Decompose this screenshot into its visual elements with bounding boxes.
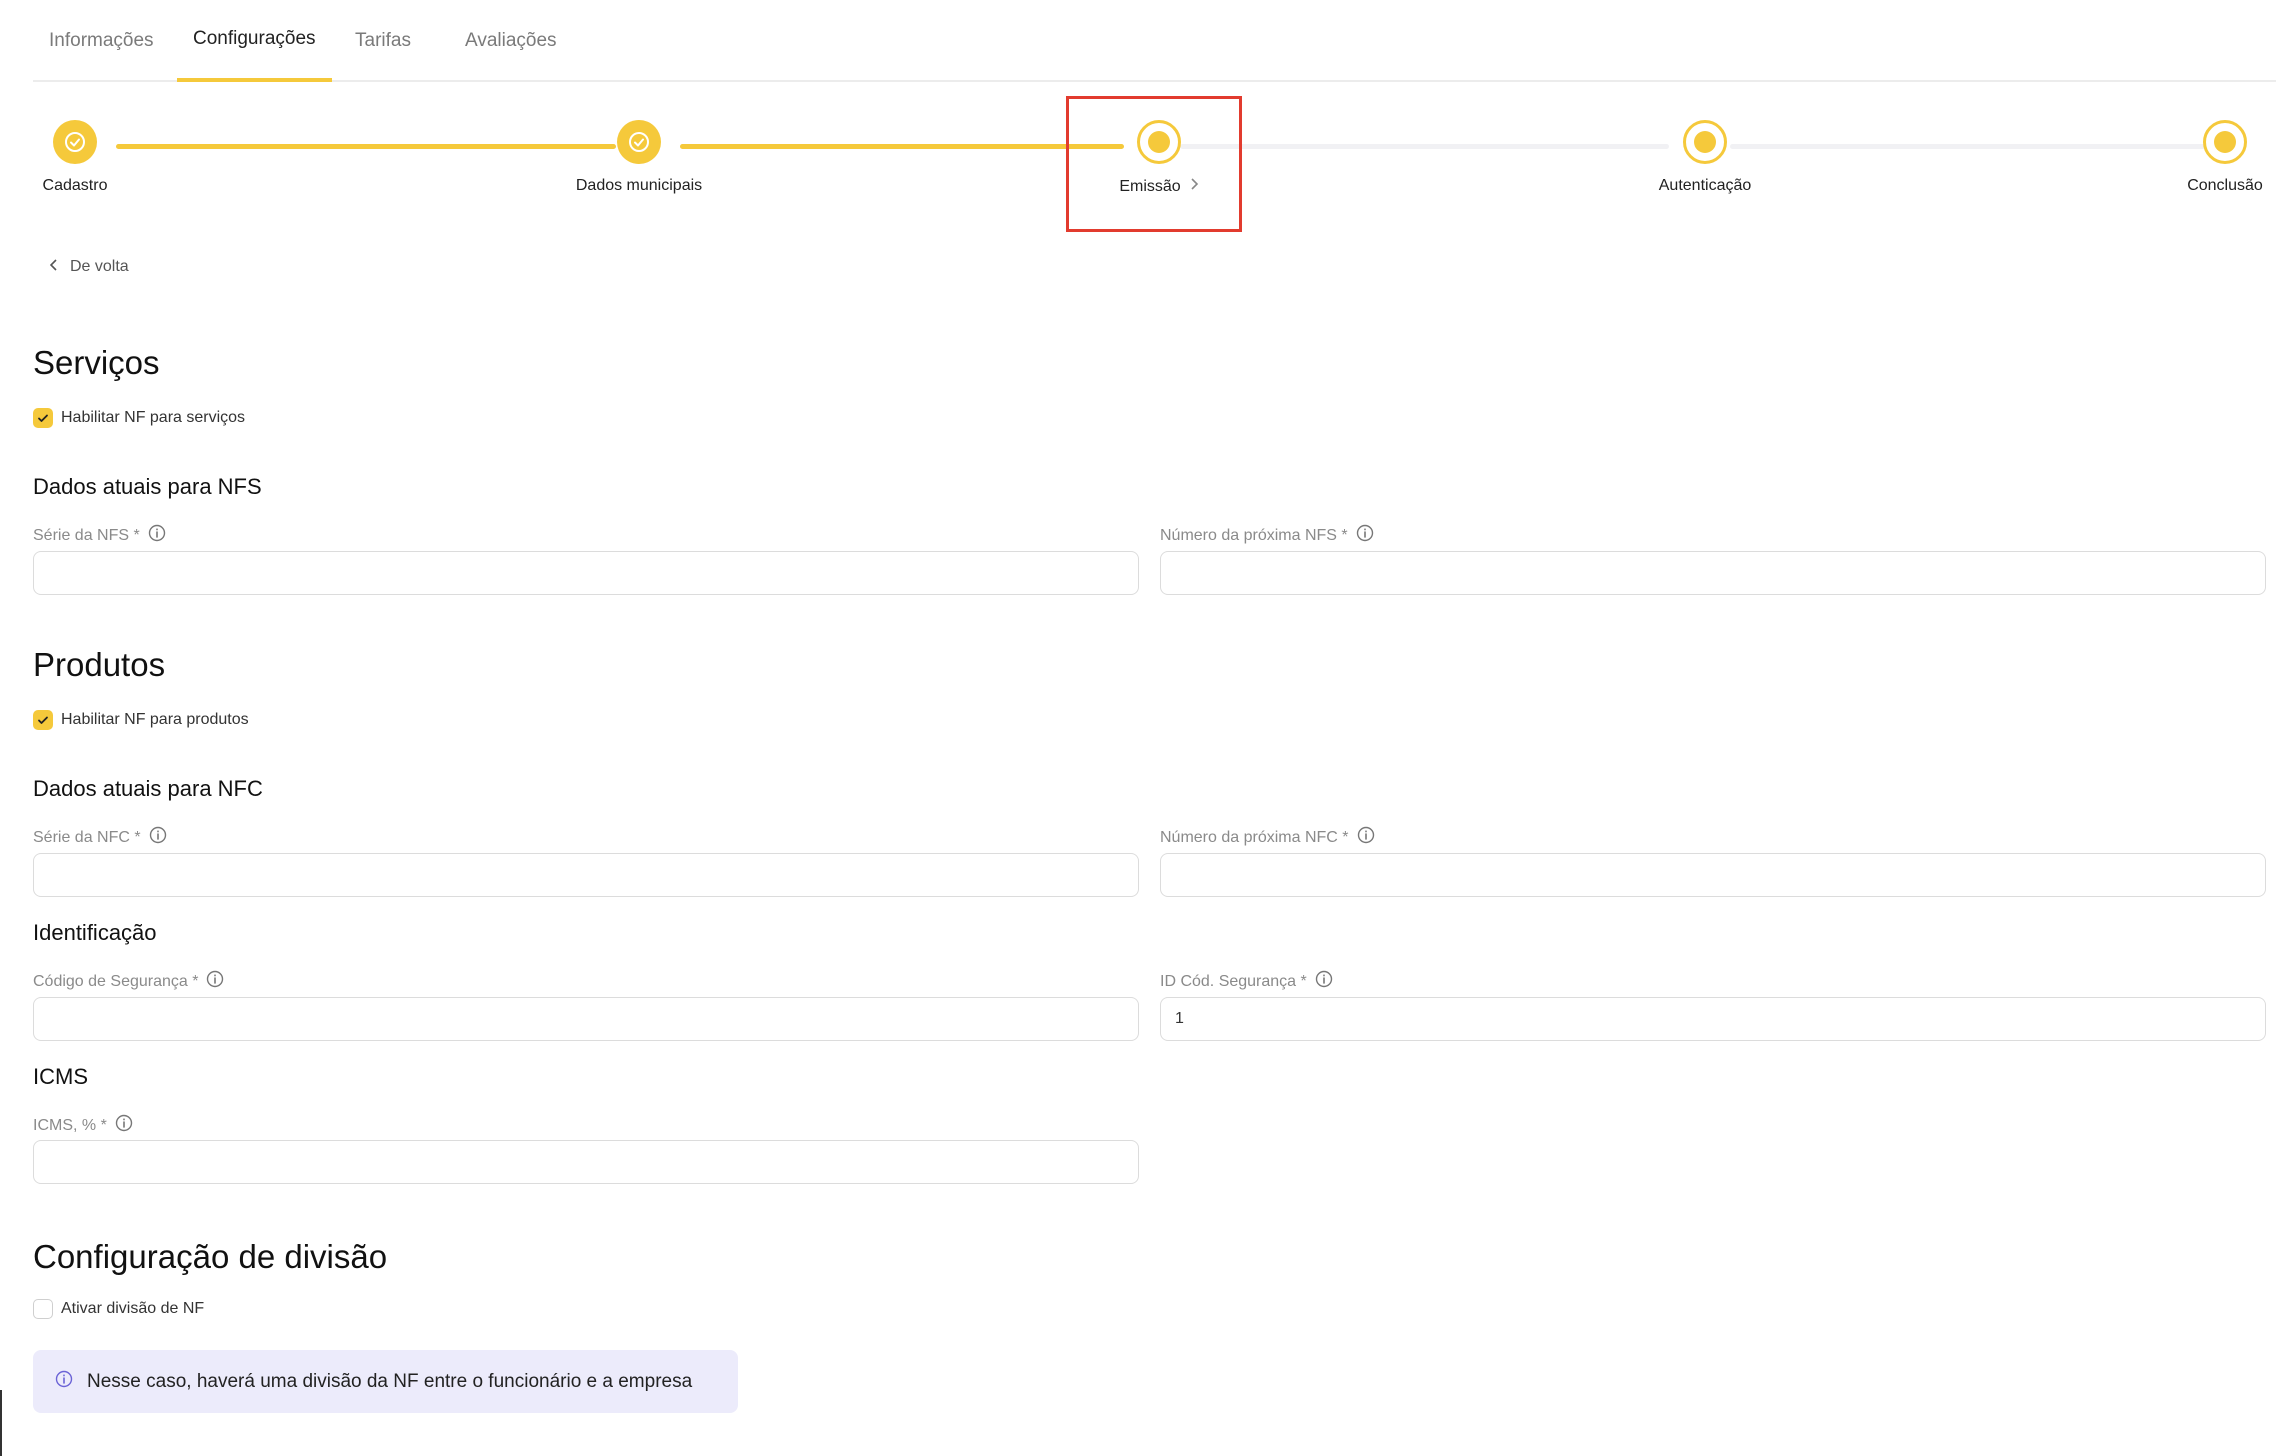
step-conclusao[interactable]: Conclusão	[2187, 120, 2263, 195]
back-link[interactable]: De volta	[49, 258, 129, 276]
subtitle-dados-nfc: Dados atuais para NFC	[33, 776, 263, 801]
subtitle-identificacao: Identificação	[33, 920, 157, 945]
info-icon	[55, 1370, 73, 1394]
step-label: Autenticação	[1658, 177, 1752, 194]
check-circle-icon	[53, 120, 97, 164]
tab-avaliacoes[interactable]: Avaliações	[449, 0, 573, 82]
field-label-codigo-seguranca: Código de Segurança *	[33, 970, 224, 993]
field-label-icms: ICMS, % *	[33, 1114, 133, 1137]
info-icon[interactable]	[206, 970, 224, 993]
label-text: Número da próxima NFC *	[1160, 828, 1349, 846]
serie-nfc-input[interactable]	[33, 853, 1139, 897]
proxima-nfs-input[interactable]	[1160, 551, 2266, 595]
step-dados-municipais[interactable]: Dados municipais	[576, 120, 702, 195]
step-autenticacao[interactable]: Autenticação	[1659, 120, 1751, 195]
section-title-servicos: Serviços	[33, 344, 160, 381]
label-text: Código de Segurança *	[33, 972, 199, 990]
info-icon[interactable]	[149, 826, 167, 849]
info-icon[interactable]	[1356, 524, 1374, 547]
chevron-left-icon	[49, 258, 58, 276]
info-banner-text: Nesse caso, haverá uma divisão da NF ent…	[87, 1370, 693, 1392]
field-label-proxima-nfs: Número da próxima NFS *	[1160, 524, 1374, 547]
step-connector	[680, 144, 1124, 149]
back-label: De volta	[70, 258, 129, 275]
pending-step-icon	[1683, 120, 1727, 164]
step-label: Dados municipais	[575, 177, 703, 194]
step-label: Cadastro	[42, 177, 108, 194]
step-connector	[116, 144, 616, 149]
window-edge	[0, 1390, 2, 1456]
label-text: Série da NFS *	[33, 526, 140, 544]
subtitle-icms: ICMS	[33, 1064, 88, 1089]
tab-configuracoes[interactable]: Configurações	[177, 0, 332, 82]
label-text: Número da próxima NFS *	[1160, 526, 1348, 544]
label-text: Série da NFC *	[33, 828, 141, 846]
subtitle-dados-nfs: Dados atuais para NFS	[33, 474, 262, 499]
page: Informações Configurações Tarifas Avalia…	[0, 0, 2276, 1456]
step-connector	[1730, 144, 2219, 149]
step-connector	[1180, 144, 1669, 149]
info-banner: Nesse caso, haverá uma divisão da NF ent…	[33, 1350, 738, 1413]
checkbox-label: Habilitar NF para produtos	[61, 711, 249, 728]
label-text: ID Cód. Segurança *	[1160, 972, 1307, 990]
field-label-serie-nfc: Série da NFC *	[33, 826, 167, 849]
codigo-seguranca-input[interactable]	[33, 997, 1139, 1041]
icms-input[interactable]	[33, 1140, 1139, 1184]
info-icon[interactable]	[1315, 970, 1333, 993]
check-circle-icon	[617, 120, 661, 164]
highlight-box	[1066, 96, 1242, 232]
info-icon[interactable]	[1357, 826, 1375, 849]
info-icon[interactable]	[115, 1114, 133, 1137]
enable-nf-services-checkbox[interactable]: Habilitar NF para serviços	[33, 408, 245, 428]
field-label-id-cod-seguranca: ID Cód. Segurança *	[1160, 970, 1333, 993]
checkbox-checked-icon	[33, 710, 53, 730]
pending-step-icon	[2203, 120, 2247, 164]
id-cod-seguranca-input[interactable]	[1160, 997, 2266, 1041]
step-label: Conclusão	[2187, 177, 2263, 194]
checkbox-label: Ativar divisão de NF	[61, 1300, 205, 1317]
tab-informacoes[interactable]: Informações	[33, 0, 170, 82]
tab-bar: Informações Configurações Tarifas Avalia…	[33, 0, 2276, 82]
checkbox-checked-icon	[33, 408, 53, 428]
tab-tarifas[interactable]: Tarifas	[339, 0, 427, 82]
field-label-serie-nfs: Série da NFS *	[33, 524, 166, 547]
enable-division-checkbox[interactable]: Ativar divisão de NF	[33, 1299, 204, 1319]
serie-nfs-input[interactable]	[33, 551, 1139, 595]
label-text: ICMS, % *	[33, 1116, 107, 1134]
checkbox-unchecked-icon	[33, 1299, 53, 1319]
step-cadastro[interactable]: Cadastro	[43, 120, 107, 195]
section-title-produtos: Produtos	[33, 646, 166, 683]
field-label-proxima-nfc: Número da próxima NFC *	[1160, 826, 1375, 849]
section-title-divisao: Configuração de divisão	[33, 1238, 388, 1275]
proxima-nfc-input[interactable]	[1160, 853, 2266, 897]
checkbox-label: Habilitar NF para serviços	[61, 409, 246, 426]
enable-nf-products-checkbox[interactable]: Habilitar NF para produtos	[33, 710, 249, 730]
info-icon[interactable]	[148, 524, 166, 547]
